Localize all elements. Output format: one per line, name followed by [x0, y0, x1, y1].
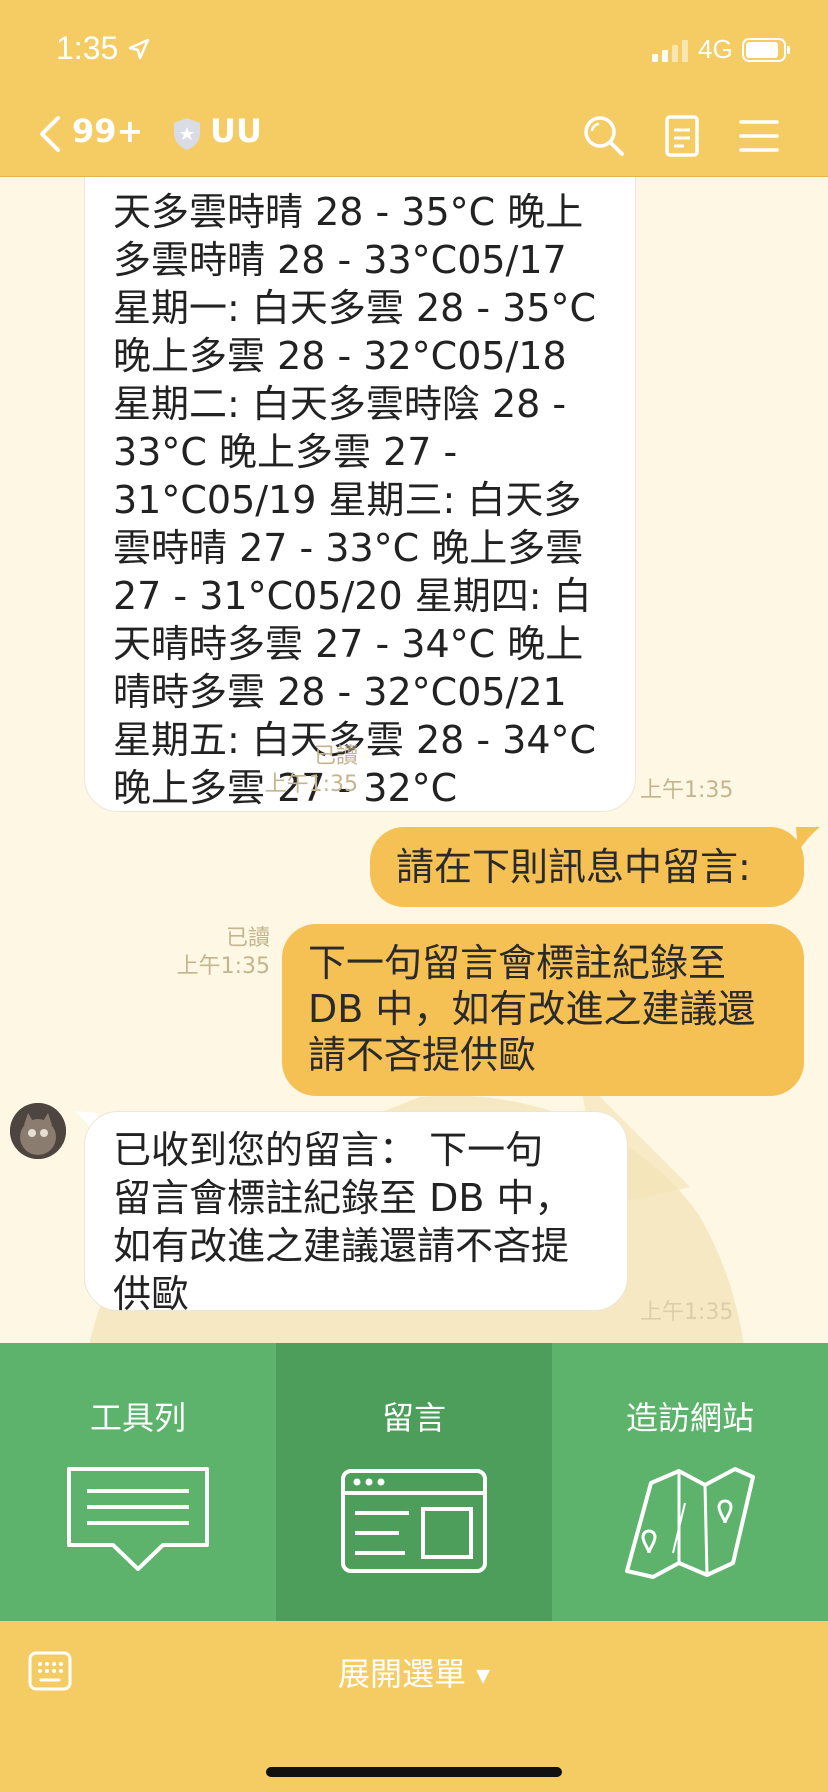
- received-message-bubble[interactable]: 已收到您的留言： 下一句 留言會標註紀錄至 DB 中， 如有改進之建議還請不吝提…: [84, 1111, 628, 1316]
- chat-header: 99+ UU: [0, 100, 828, 177]
- message-line: 27 - 31°C05/20 星期四: 白: [113, 574, 592, 618]
- message-line: 天多雲時晴 28 - 35°C 晚上: [113, 190, 584, 234]
- search-icon[interactable]: [580, 112, 628, 160]
- message-line: 已收到您的留言： 下一句: [113, 1128, 544, 1172]
- message-timestamp: 上午1:35: [640, 1300, 734, 1325]
- message-line: 天晴時多雲 27 - 34°C 晚上: [113, 622, 584, 666]
- message-line: 晴時多雲 28 - 32°C05/21: [113, 670, 567, 714]
- cat-avatar-icon: [10, 1103, 66, 1159]
- message-line: DB 中，如有改進之建議還: [308, 987, 756, 1031]
- sent-message-bubble[interactable]: 請在下則訊息中留言:: [370, 827, 804, 907]
- received-message-bubble[interactable]: 天多雲時晴 28 - 35°C 晚上 多雲時晴 28 - 33°C05/17 星…: [84, 177, 636, 812]
- notes-icon[interactable]: [658, 112, 706, 160]
- status-time: 1:35: [56, 30, 119, 66]
- message-line: 留言會標註紀錄至 DB 中，: [113, 1176, 573, 1220]
- menu-item-comment[interactable]: 留言: [276, 1343, 552, 1621]
- chat-area[interactable]: 天多雲時晴 28 - 35°C 晚上 多雲時晴 28 - 33°C05/17 星…: [0, 177, 828, 1343]
- status-bar: 1:35 4G: [0, 0, 828, 100]
- sent-message-bubble[interactable]: 下一句留言會標註紀錄至 DB 中，如有改進之建議還 請不吝提供歐: [282, 924, 804, 1096]
- bubble-tail: [796, 827, 820, 851]
- battery-icon: [742, 38, 790, 62]
- shield-icon: [174, 118, 200, 150]
- message-timestamp: 上午1:35: [640, 778, 734, 803]
- caret-down-icon: ▼: [476, 1665, 491, 1687]
- message-text: 請在下則訊息中留言:: [396, 845, 751, 889]
- map-icon: [625, 1467, 755, 1579]
- bottom-bar: 展開選單 ▼: [0, 1621, 828, 1792]
- read-receipt: 已讀 上午1:35: [176, 926, 270, 979]
- message-line: 下一句留言會標註紀錄至: [308, 941, 727, 985]
- back-chevron-icon[interactable]: [30, 112, 74, 156]
- menu-item-label: 造訪網站: [625, 1399, 754, 1437]
- message-line: 雲時晴 27 - 33°C 晚上多雲: [113, 526, 584, 570]
- signal-icon: [652, 40, 688, 62]
- message-line: 31°C05/19 星期三: 白天多: [113, 478, 582, 522]
- message-line: 晚上多雲 27 - 32°C: [113, 766, 458, 810]
- expand-menu-label: 展開選單: [337, 1655, 466, 1693]
- menu-item-label: 留言: [381, 1399, 446, 1437]
- message-line: 多雲時晴 28 - 33°C05/17: [113, 238, 567, 282]
- message-line: 供歐: [113, 1272, 190, 1316]
- message-line: 晚上多雲 28 - 32°C05/18: [113, 334, 567, 378]
- rich-menu: 工具列 留言 造訪網站: [0, 1343, 828, 1621]
- network-type: 4G: [698, 34, 733, 64]
- message-line: 星期五: 白天多雲 28 - 34°C: [113, 718, 597, 762]
- menu-item-label: 工具列: [89, 1399, 186, 1437]
- expand-menu-button[interactable]: 展開選單 ▼: [0, 1649, 828, 1695]
- message-line: 如有改進之建議還請不吝提: [113, 1224, 570, 1268]
- message-line: 星期一: 白天多雲 28 - 35°C: [113, 286, 597, 330]
- message-line: 星期二: 白天多雲時陰 28 -: [113, 382, 567, 426]
- menu-item-visit-website[interactable]: 造訪網站: [552, 1343, 828, 1621]
- hamburger-menu-icon[interactable]: [735, 112, 783, 160]
- location-arrow-icon: [128, 38, 150, 60]
- read-receipt: 已讀 上午1:35: [264, 744, 358, 797]
- message-line: 請不吝提供歐: [308, 1033, 537, 1077]
- unread-count[interactable]: 99+: [72, 112, 143, 150]
- menu-item-toolbar[interactable]: 工具列: [0, 1343, 276, 1621]
- avatar[interactable]: [10, 1103, 66, 1159]
- chat-title: UU: [210, 112, 262, 150]
- toolbar-icon: [67, 1467, 209, 1571]
- home-indicator: [266, 1767, 562, 1777]
- browser-window-icon: [341, 1469, 487, 1573]
- message-line: 33°C 晚上多雲 27 -: [113, 430, 458, 474]
